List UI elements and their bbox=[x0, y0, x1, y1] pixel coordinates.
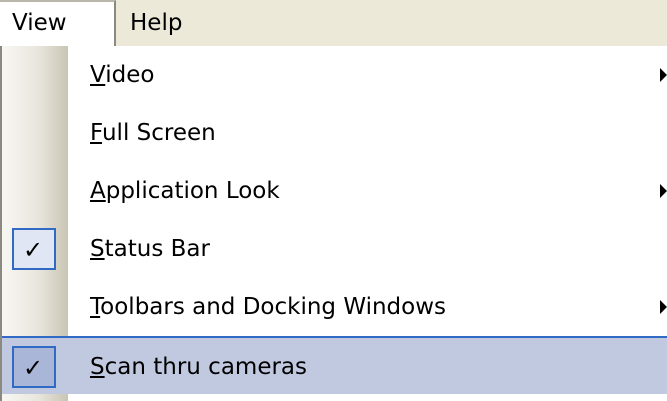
menu-item-full-screen[interactable]: Full Screen bbox=[2, 104, 667, 162]
menu-item-toolbars-docking-windows[interactable]: Toolbars and Docking Windows bbox=[2, 278, 667, 336]
checkmark-box: ✓ bbox=[12, 346, 56, 388]
submenu-arrow-icon bbox=[660, 300, 667, 314]
submenu-arrow-icon bbox=[660, 184, 667, 198]
submenu-arrow-icon bbox=[660, 68, 667, 82]
menu-view[interactable]: View bbox=[0, 0, 116, 46]
menu-item-status-bar[interactable]: ✓ Status Bar bbox=[2, 220, 667, 278]
checkmark-icon: ✓ bbox=[23, 354, 44, 382]
menu-item-label: Scan thru cameras bbox=[90, 354, 308, 380]
view-dropdown-menu: Video Full Screen Application Look ✓ Sta… bbox=[0, 46, 667, 401]
menu-item-video[interactable]: Video bbox=[2, 46, 667, 104]
menu-help[interactable]: Help bbox=[118, 0, 208, 46]
menu-item-label: Full Screen bbox=[90, 120, 216, 146]
menu-item-label: Application Look bbox=[90, 178, 280, 204]
checkmark-icon: ✓ bbox=[23, 236, 44, 264]
menu-item-label: Toolbars and Docking Windows bbox=[90, 294, 447, 320]
menu-item-scan-thru-cameras[interactable]: ✓ Scan thru cameras bbox=[2, 336, 667, 394]
menu-bar: View Help bbox=[0, 0, 667, 46]
checkmark-box: ✓ bbox=[12, 228, 56, 270]
menu-item-label: Video bbox=[90, 62, 155, 88]
menu-item-application-look[interactable]: Application Look bbox=[2, 162, 667, 220]
menu-item-label: Status Bar bbox=[90, 236, 210, 262]
